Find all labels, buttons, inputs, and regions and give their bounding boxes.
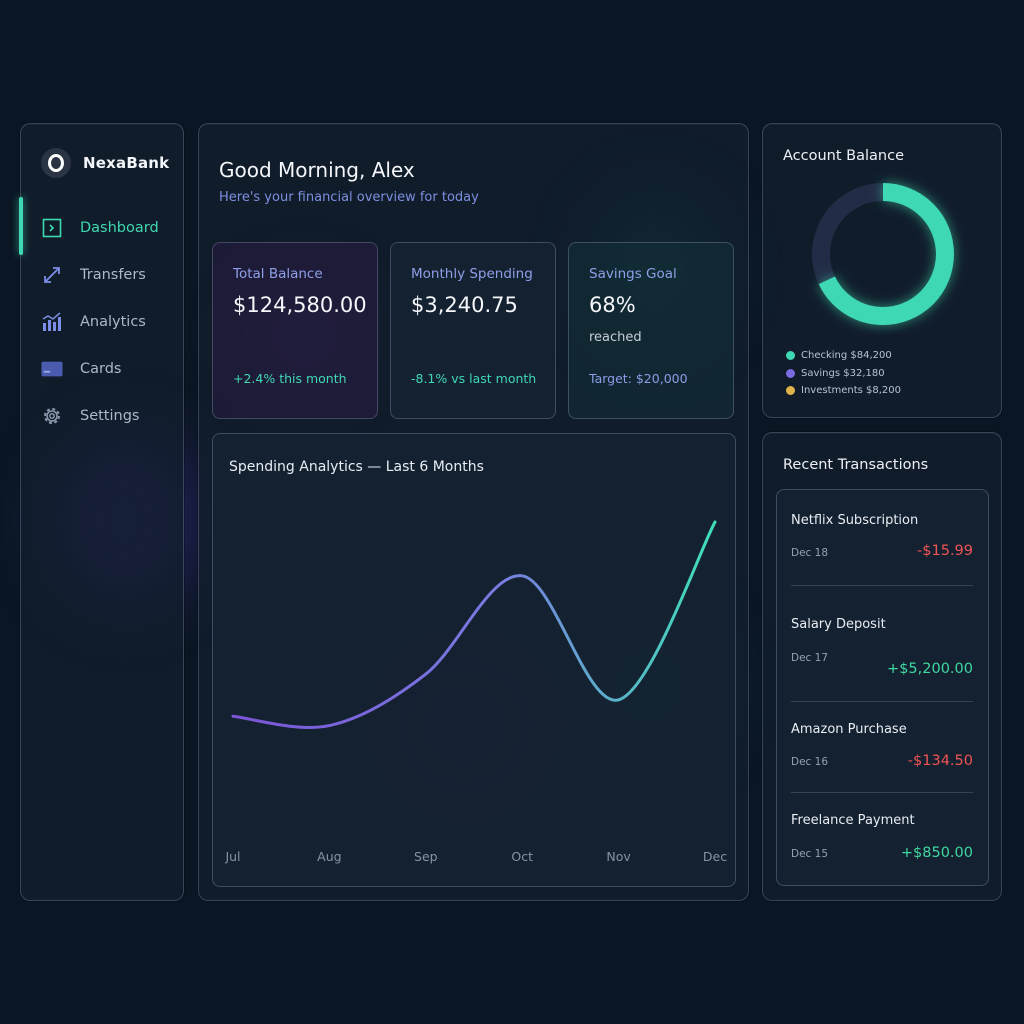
sidebar-item-label: Analytics <box>80 313 146 330</box>
x-tick-label: Jul <box>225 849 241 864</box>
legend-label: Checking $84,200 <box>801 350 892 362</box>
sidebar-item-analytics[interactable]: Analytics <box>21 298 183 345</box>
sidebar-item-label: Cards <box>80 360 122 377</box>
transactions-title: Recent Transactions <box>783 457 929 473</box>
sidebar-nav: Dashboard Transfers Analytics Cards Sett… <box>19 197 183 439</box>
transfer-arrows-icon <box>41 264 63 286</box>
savings-goal-card[interactable]: Savings Goal 68% reached Target: $20,000 <box>568 242 734 419</box>
stat-value: $3,240.75 <box>411 293 518 317</box>
spending-line-chart <box>231 520 717 729</box>
legend-dot <box>786 368 795 378</box>
legend-label: Savings $32,180 <box>801 367 885 379</box>
transaction-name: Netflix Subscription <box>791 513 919 528</box>
x-tick-label: Oct <box>511 849 533 864</box>
x-tick-label: Aug <box>317 849 342 864</box>
sidebar-item-label: Transfers <box>80 266 146 283</box>
recent-transactions-panel: Recent Transactions Netflix Subscription… <box>762 432 1002 901</box>
bank-logo-icon <box>41 148 71 178</box>
sidebar-item-settings[interactable]: Settings <box>21 392 183 439</box>
legend-item-investments: Investments $8,200 <box>786 382 901 400</box>
divider <box>791 585 973 586</box>
stat-sub: reached <box>589 330 642 345</box>
balance-legend: Checking $84,200 Savings $32,180 Investm… <box>786 347 901 400</box>
transaction-item[interactable]: Netflix Subscription Dec 18 -$15.99 <box>791 513 973 573</box>
active-indicator <box>19 197 23 255</box>
legend-label: Investments $8,200 <box>801 385 902 397</box>
transaction-item[interactable]: Salary Deposit Dec 17 +$5,200.00 <box>791 617 973 687</box>
stat-change: +2.4% this month <box>233 371 347 386</box>
transaction-name: Freelance Payment <box>791 813 915 828</box>
sidebar-item-cards[interactable]: Cards <box>21 345 183 392</box>
transaction-date: Dec 18 <box>791 547 829 559</box>
total-balance-card[interactable]: Total Balance $124,580.00 +2.4% this mon… <box>212 242 378 419</box>
sidebar-item-label: Dashboard <box>80 219 159 236</box>
brand[interactable]: NexaBank <box>41 148 169 178</box>
sidebar: NexaBank Dashboard Transfers Analytics C… <box>19 123 184 901</box>
account-balance-panel: Account Balance Checking $84,200 Savings… <box>762 123 1002 418</box>
balance-donut <box>812 183 954 325</box>
page-title: Good Morning, Alex <box>219 158 415 182</box>
stat-target: Target: $20,000 <box>589 371 688 386</box>
transaction-name: Salary Deposit <box>791 617 886 632</box>
monthly-spending-card[interactable]: Monthly Spending $3,240.75 -8.1% vs last… <box>390 242 556 419</box>
stat-label: Savings Goal <box>589 266 677 282</box>
gear-icon <box>41 405 63 427</box>
transaction-amount: -$15.99 <box>917 543 973 559</box>
sidebar-item-dashboard[interactable]: Dashboard <box>19 197 183 255</box>
stat-label: Total Balance <box>233 266 323 282</box>
main-panel: Good Morning, Alex Here's your financial… <box>198 123 749 901</box>
transaction-item[interactable]: Freelance Payment Dec 15 +$850.00 <box>791 813 973 873</box>
spending-series-line <box>231 520 717 729</box>
x-tick-label: Nov <box>606 849 631 864</box>
stat-value: $124,580.00 <box>233 293 367 317</box>
divider <box>791 701 973 702</box>
transactions-list: Netflix Subscription Dec 18 -$15.99 Sala… <box>776 489 989 886</box>
spending-chart-card: Spending Analytics — Last 6 Months Jul Au… <box>212 433 736 887</box>
transaction-date: Dec 16 <box>791 756 829 768</box>
legend-item-checking: Checking $84,200 <box>786 347 901 365</box>
legend-item-savings: Savings $32,180 <box>786 365 901 383</box>
stat-label: Monthly Spending <box>411 266 533 282</box>
transaction-amount: -$134.50 <box>907 753 973 769</box>
transaction-date: Dec 15 <box>791 848 829 860</box>
legend-dot <box>786 386 795 396</box>
x-tick-label: Sep <box>414 849 438 864</box>
page-subtitle: Here's your financial overview for today <box>219 190 479 205</box>
analytics-chart-icon <box>41 311 63 333</box>
transaction-amount: +$850.00 <box>900 845 973 861</box>
stat-change: -8.1% vs last month <box>411 371 537 386</box>
transaction-date: Dec 17 <box>791 652 829 664</box>
transaction-name: Amazon Purchase <box>791 722 907 737</box>
x-tick-label: Dec <box>702 849 728 864</box>
sidebar-item-transfers[interactable]: Transfers <box>21 251 183 298</box>
stat-value: 68% <box>589 293 636 317</box>
divider <box>791 792 973 793</box>
brand-name: NexaBank <box>83 154 170 172</box>
sidebar-item-label: Settings <box>80 407 140 424</box>
transaction-item[interactable]: Amazon Purchase Dec 16 -$134.50 <box>791 722 973 782</box>
legend-dot <box>786 351 795 361</box>
dashboard-icon <box>41 217 63 239</box>
card-icon <box>41 358 63 380</box>
transaction-amount: +$5,200.00 <box>887 661 973 677</box>
